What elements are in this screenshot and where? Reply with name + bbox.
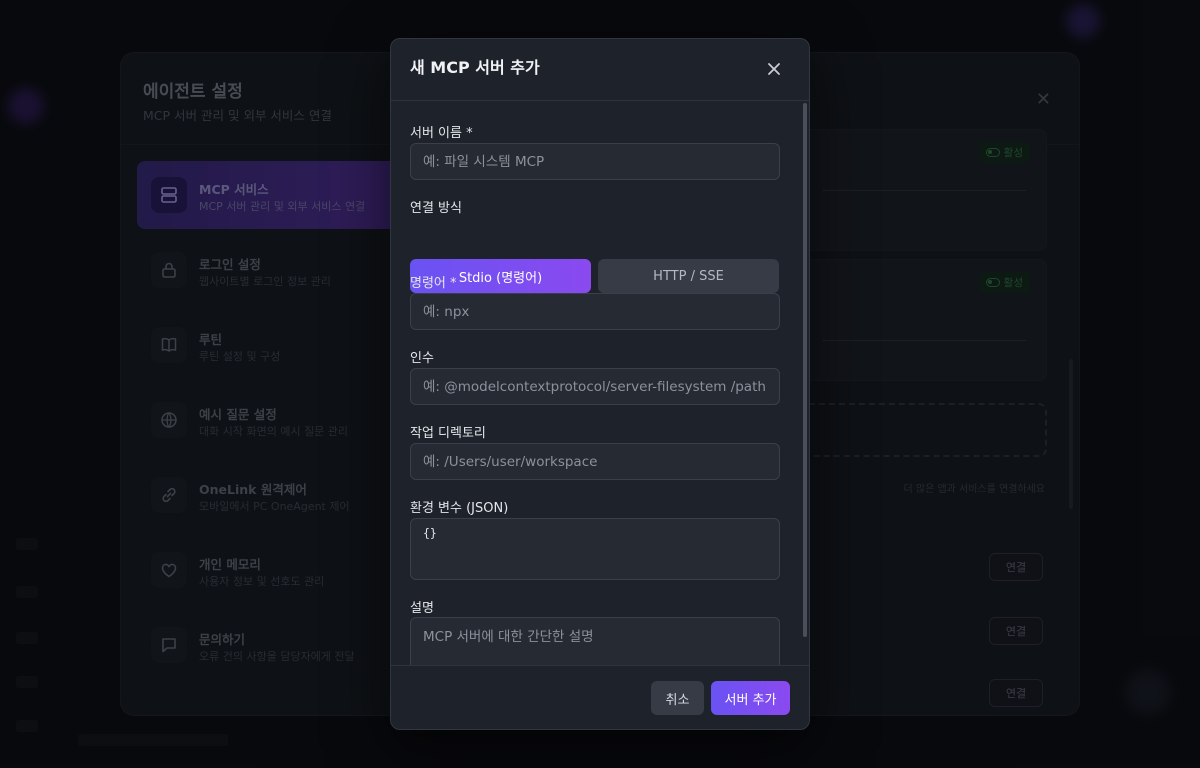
description-label: 설명: [410, 601, 434, 616]
server-name-input[interactable]: [410, 143, 780, 180]
add-mcp-server-dialog: 새 MCP 서버 추가 서버 이름 * 연결 방식 Stdio (명령어) HT…: [390, 38, 810, 730]
add-server-button[interactable]: 서버 추가: [711, 681, 790, 715]
server-name-label: 서버 이름 *: [410, 126, 473, 141]
dialog-footer: 취소 서버 추가: [391, 665, 809, 729]
env-vars-textarea[interactable]: {}: [410, 518, 780, 580]
dialog-title: 새 MCP 서버 추가: [410, 58, 540, 77]
command-input[interactable]: [410, 293, 780, 330]
close-icon[interactable]: [765, 60, 783, 78]
connection-type-label: 연결 방식: [410, 201, 462, 216]
args-label: 인수: [410, 351, 434, 366]
cancel-button[interactable]: 취소: [651, 681, 704, 715]
command-label: 명령어 *: [410, 276, 457, 291]
dialog-body: 서버 이름 * 연결 방식 Stdio (명령어) HTTP / SSE 명령어…: [391, 101, 809, 665]
dialog-scrollbar[interactable]: [803, 103, 807, 637]
connection-http-sse-option[interactable]: HTTP / SSE: [598, 259, 779, 293]
workdir-input[interactable]: [410, 443, 780, 480]
env-vars-label: 환경 변수 (JSON): [410, 501, 509, 516]
description-textarea[interactable]: [410, 617, 780, 665]
args-input[interactable]: [410, 368, 780, 405]
workdir-label: 작업 디렉토리: [410, 426, 486, 441]
dialog-header: 새 MCP 서버 추가: [391, 39, 809, 101]
